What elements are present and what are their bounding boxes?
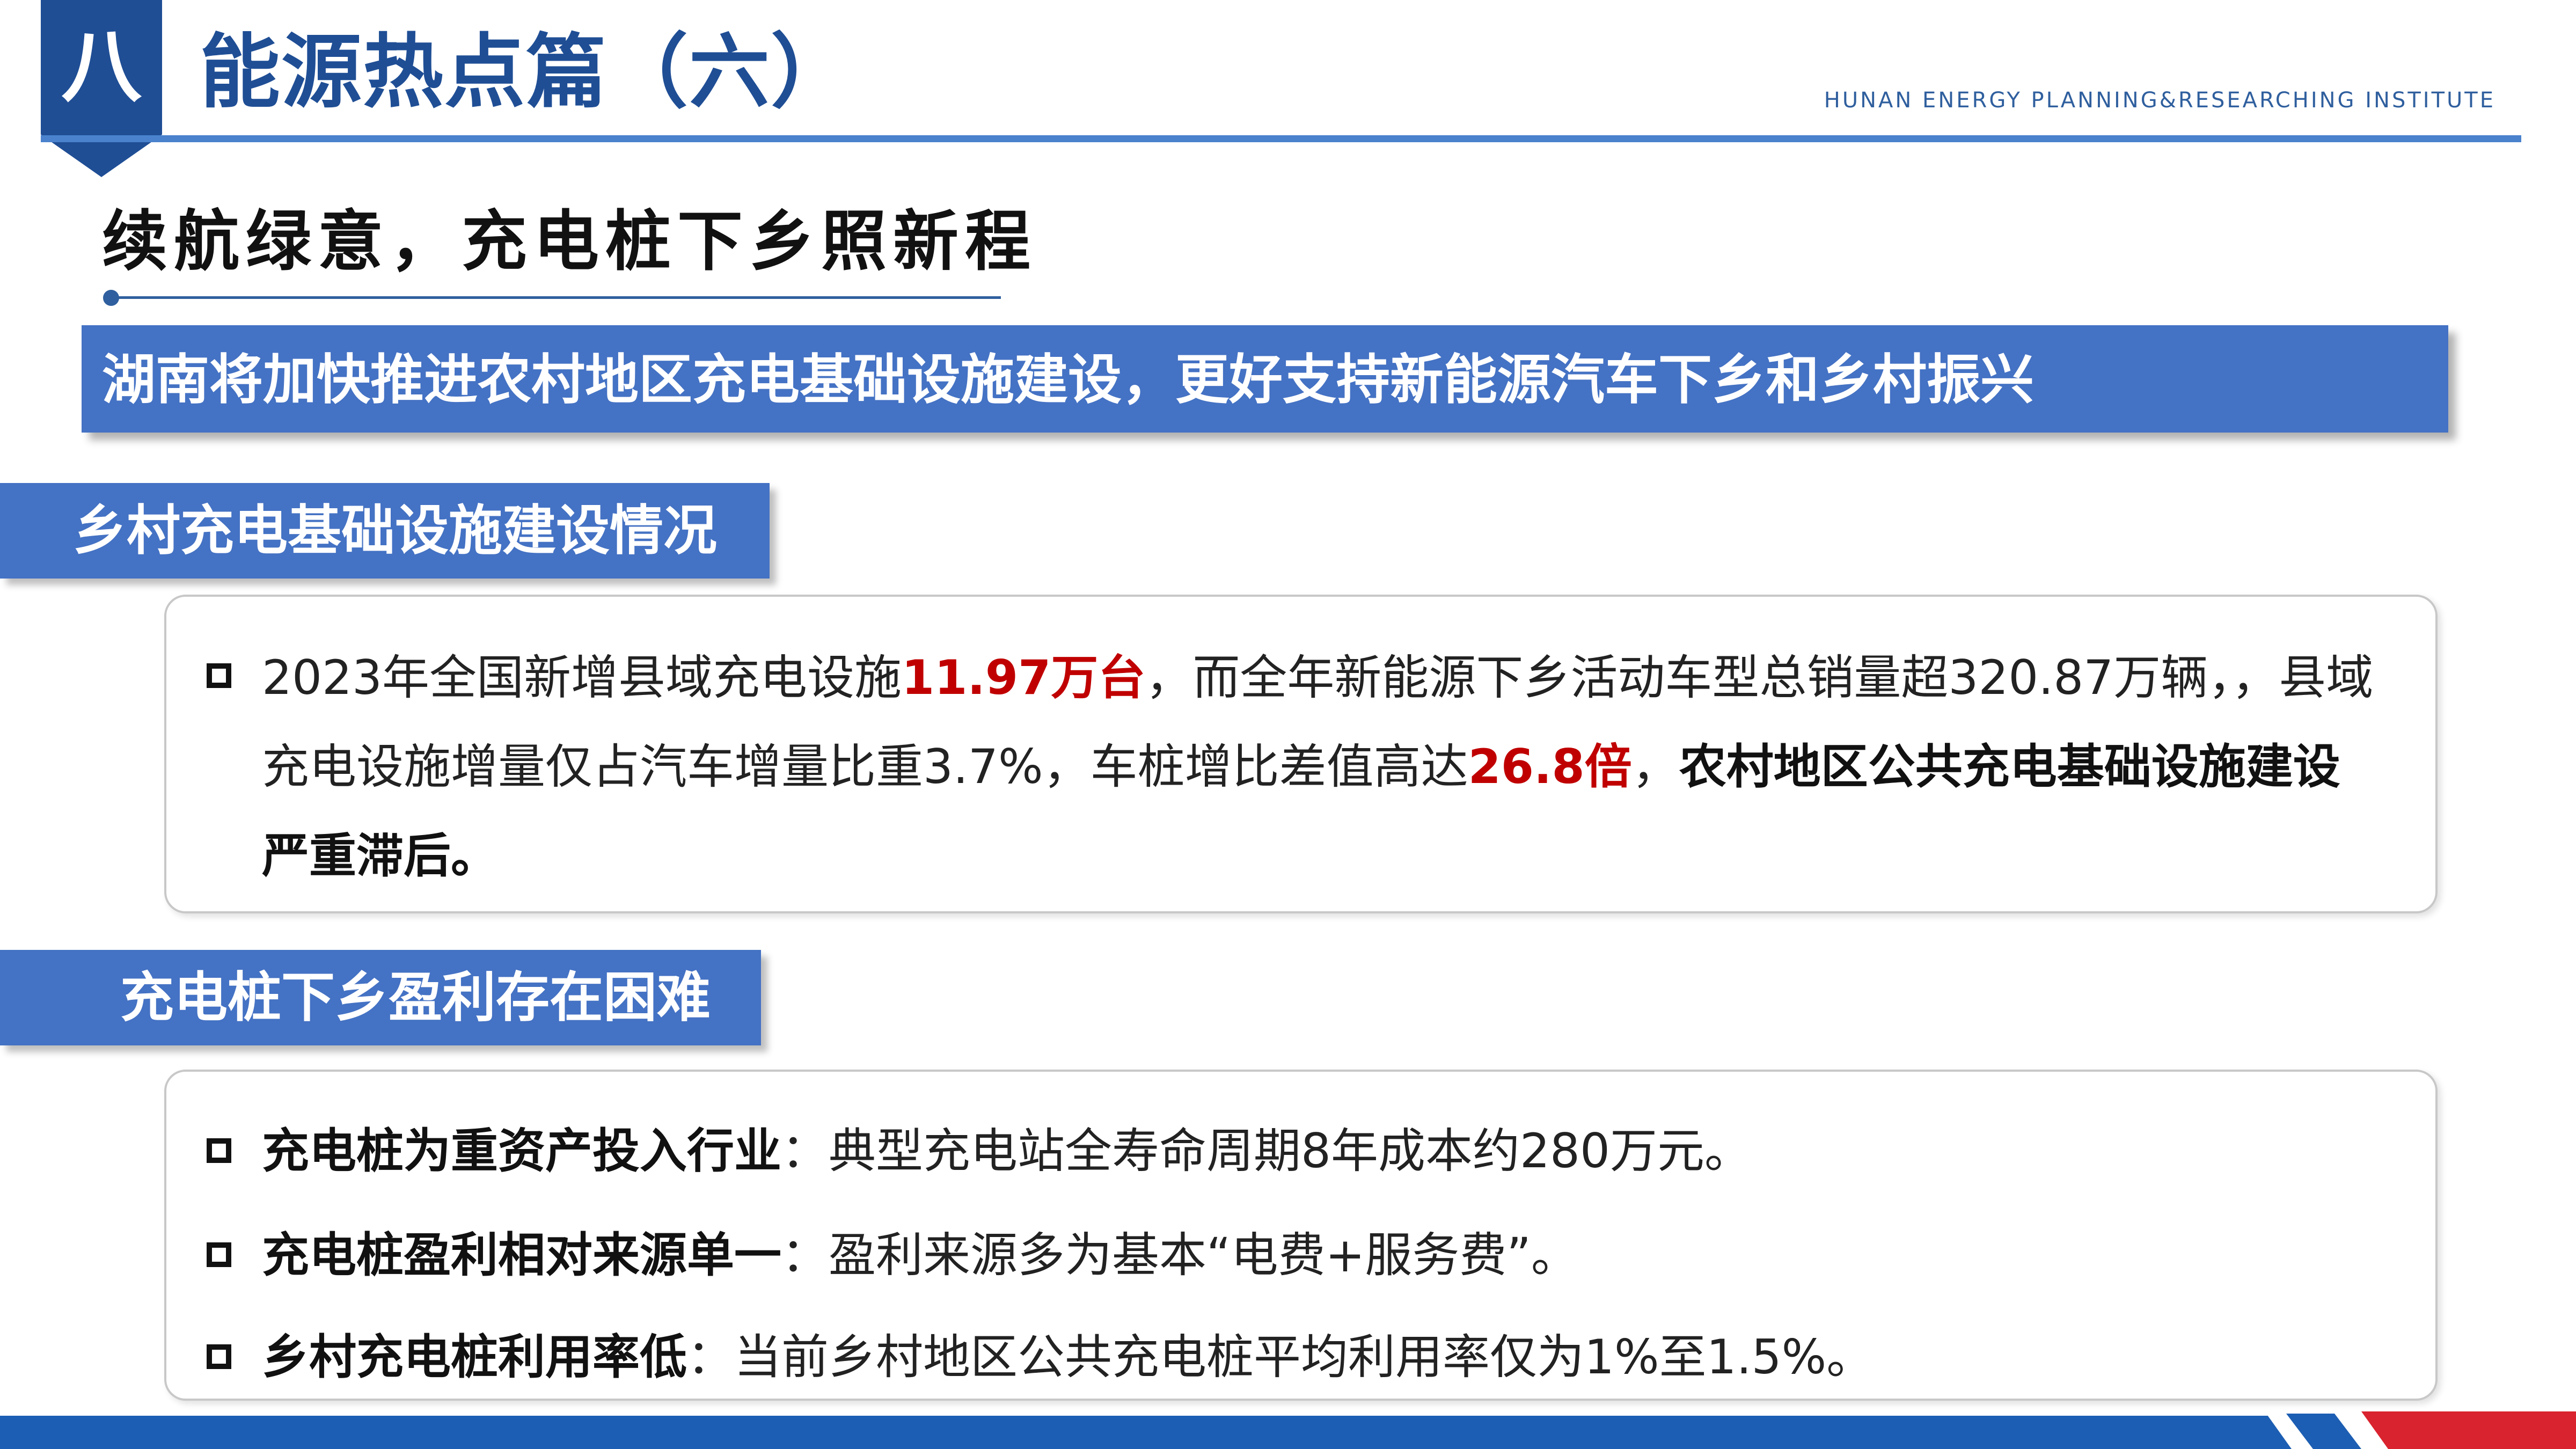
page-title: 能源热点篇（六） — [200, 26, 853, 119]
chapter-number: 八 — [61, 20, 142, 114]
header-divider — [41, 135, 2521, 142]
footer-bar — [0, 1416, 2576, 1449]
list-item-text: ：当前乡村地区公共充电桩平均利用率仅为1%至1.5%。 — [687, 1329, 1874, 1385]
bullet-square-icon — [207, 1138, 231, 1163]
subtitle-underline — [113, 296, 1001, 299]
bullet-square-icon — [207, 1242, 231, 1267]
paragraph-text: 2023年全国新增县域充电设施 — [262, 650, 902, 705]
list-item-bold: 乡村充电桩利用率低 — [262, 1329, 687, 1385]
infrastructure-paragraph: 2023年全国新增县域充电设施11.97万台，而全年新能源下乡活动车型总销量超3… — [262, 633, 2376, 901]
footer-decoration-icon — [2265, 1411, 2576, 1449]
highlight-value: 11.97万台 — [901, 650, 1146, 705]
list-item-bold: 充电桩为重资产投入行业 — [262, 1123, 782, 1179]
subtitle: 续航绿意，充电桩下乡照新程 — [102, 203, 1037, 280]
institute-name: HUNAN ENERGY PLANNING&RESEARCHING INSTIT… — [1824, 88, 2496, 113]
bullet-square-icon — [207, 663, 231, 688]
bullet-square-icon — [207, 1344, 231, 1369]
paragraph-text: ， — [1631, 739, 1679, 794]
headline-banner-text: 湖南将加快推进农村地区充电基础设施建设，更好支持新能源汽车下乡和乡村振兴 — [102, 348, 2034, 411]
subtitle-dot — [103, 290, 119, 306]
list-item-bold: 充电桩盈利相对来源单一 — [262, 1227, 782, 1283]
list-item-text: ：典型充电站全寿命周期8年成本约280万元。 — [781, 1123, 1752, 1179]
list-item: 乡村充电桩利用率低：当前乡村地区公共充电桩平均利用率仅为1%至1.5%。 — [262, 1322, 1874, 1392]
list-item: 充电桩盈利相对来源单一：盈利来源多为基本“电费+服务费”。 — [262, 1220, 1578, 1290]
list-item: 充电桩为重资产投入行业：典型充电站全寿命周期8年成本约280万元。 — [262, 1116, 1752, 1186]
list-item-text: ：盈利来源多为基本“电费+服务费”。 — [781, 1227, 1578, 1283]
section-label-profitability: 充电桩下乡盈利存在困难 — [0, 950, 761, 1045]
section-label-rural-infrastructure: 乡村充电基础设施建设情况 — [0, 483, 770, 579]
highlight-value: 26.8倍 — [1468, 739, 1632, 794]
